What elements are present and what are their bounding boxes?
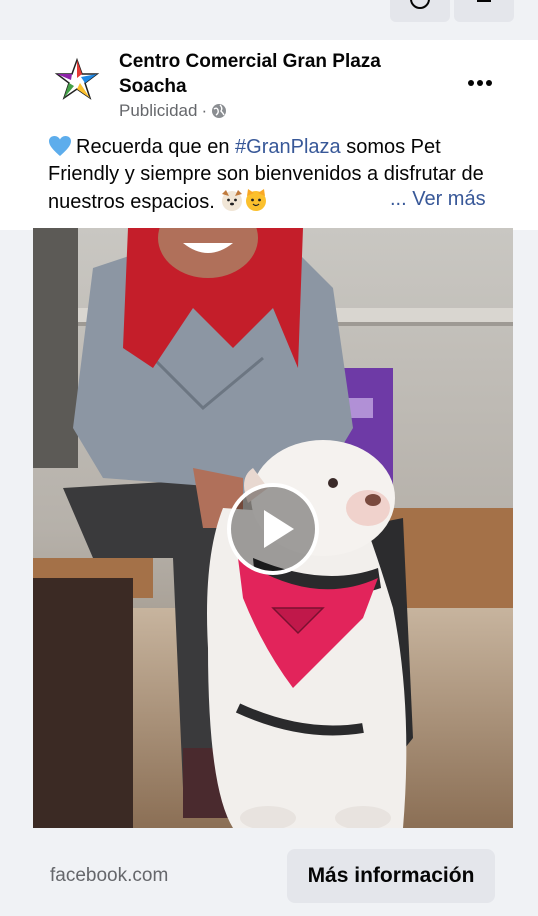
top-action-buttons	[390, 0, 514, 22]
globe-icon	[212, 104, 227, 118]
share-icon	[477, 0, 491, 2]
star-logo-icon	[54, 57, 100, 100]
hashtag-link[interactable]: #GranPlaza	[235, 136, 341, 158]
page-name[interactable]: Centro Comercial Gran Plaza Soacha	[119, 49, 439, 99]
ad-footer: facebook.com Más información	[33, 828, 513, 916]
top-action-button-2[interactable]	[454, 0, 514, 22]
sponsored-line: Publicidad ·	[119, 101, 227, 121]
see-more-link[interactable]: ... Ver más	[390, 188, 486, 211]
more-options-dot	[486, 80, 492, 86]
top-action-button-1[interactable]	[390, 0, 450, 22]
cat-face-emoji	[246, 189, 267, 211]
link-domain[interactable]: facebook.com	[50, 865, 168, 887]
blue-heart-emoji	[49, 136, 71, 156]
page-avatar[interactable]	[52, 54, 102, 104]
play-icon[interactable]	[226, 482, 320, 576]
more-options-button[interactable]	[463, 66, 497, 100]
sponsored-label[interactable]: Publicidad	[119, 101, 197, 121]
post-text-part-1: Recuerda que en	[76, 136, 236, 158]
more-info-button[interactable]: Más información	[287, 849, 495, 903]
more-options-dot	[477, 80, 483, 86]
more-options-icon	[468, 80, 474, 86]
separator-dot: ·	[201, 101, 208, 120]
dog-face-emoji	[222, 190, 243, 211]
circle-icon	[410, 0, 430, 9]
